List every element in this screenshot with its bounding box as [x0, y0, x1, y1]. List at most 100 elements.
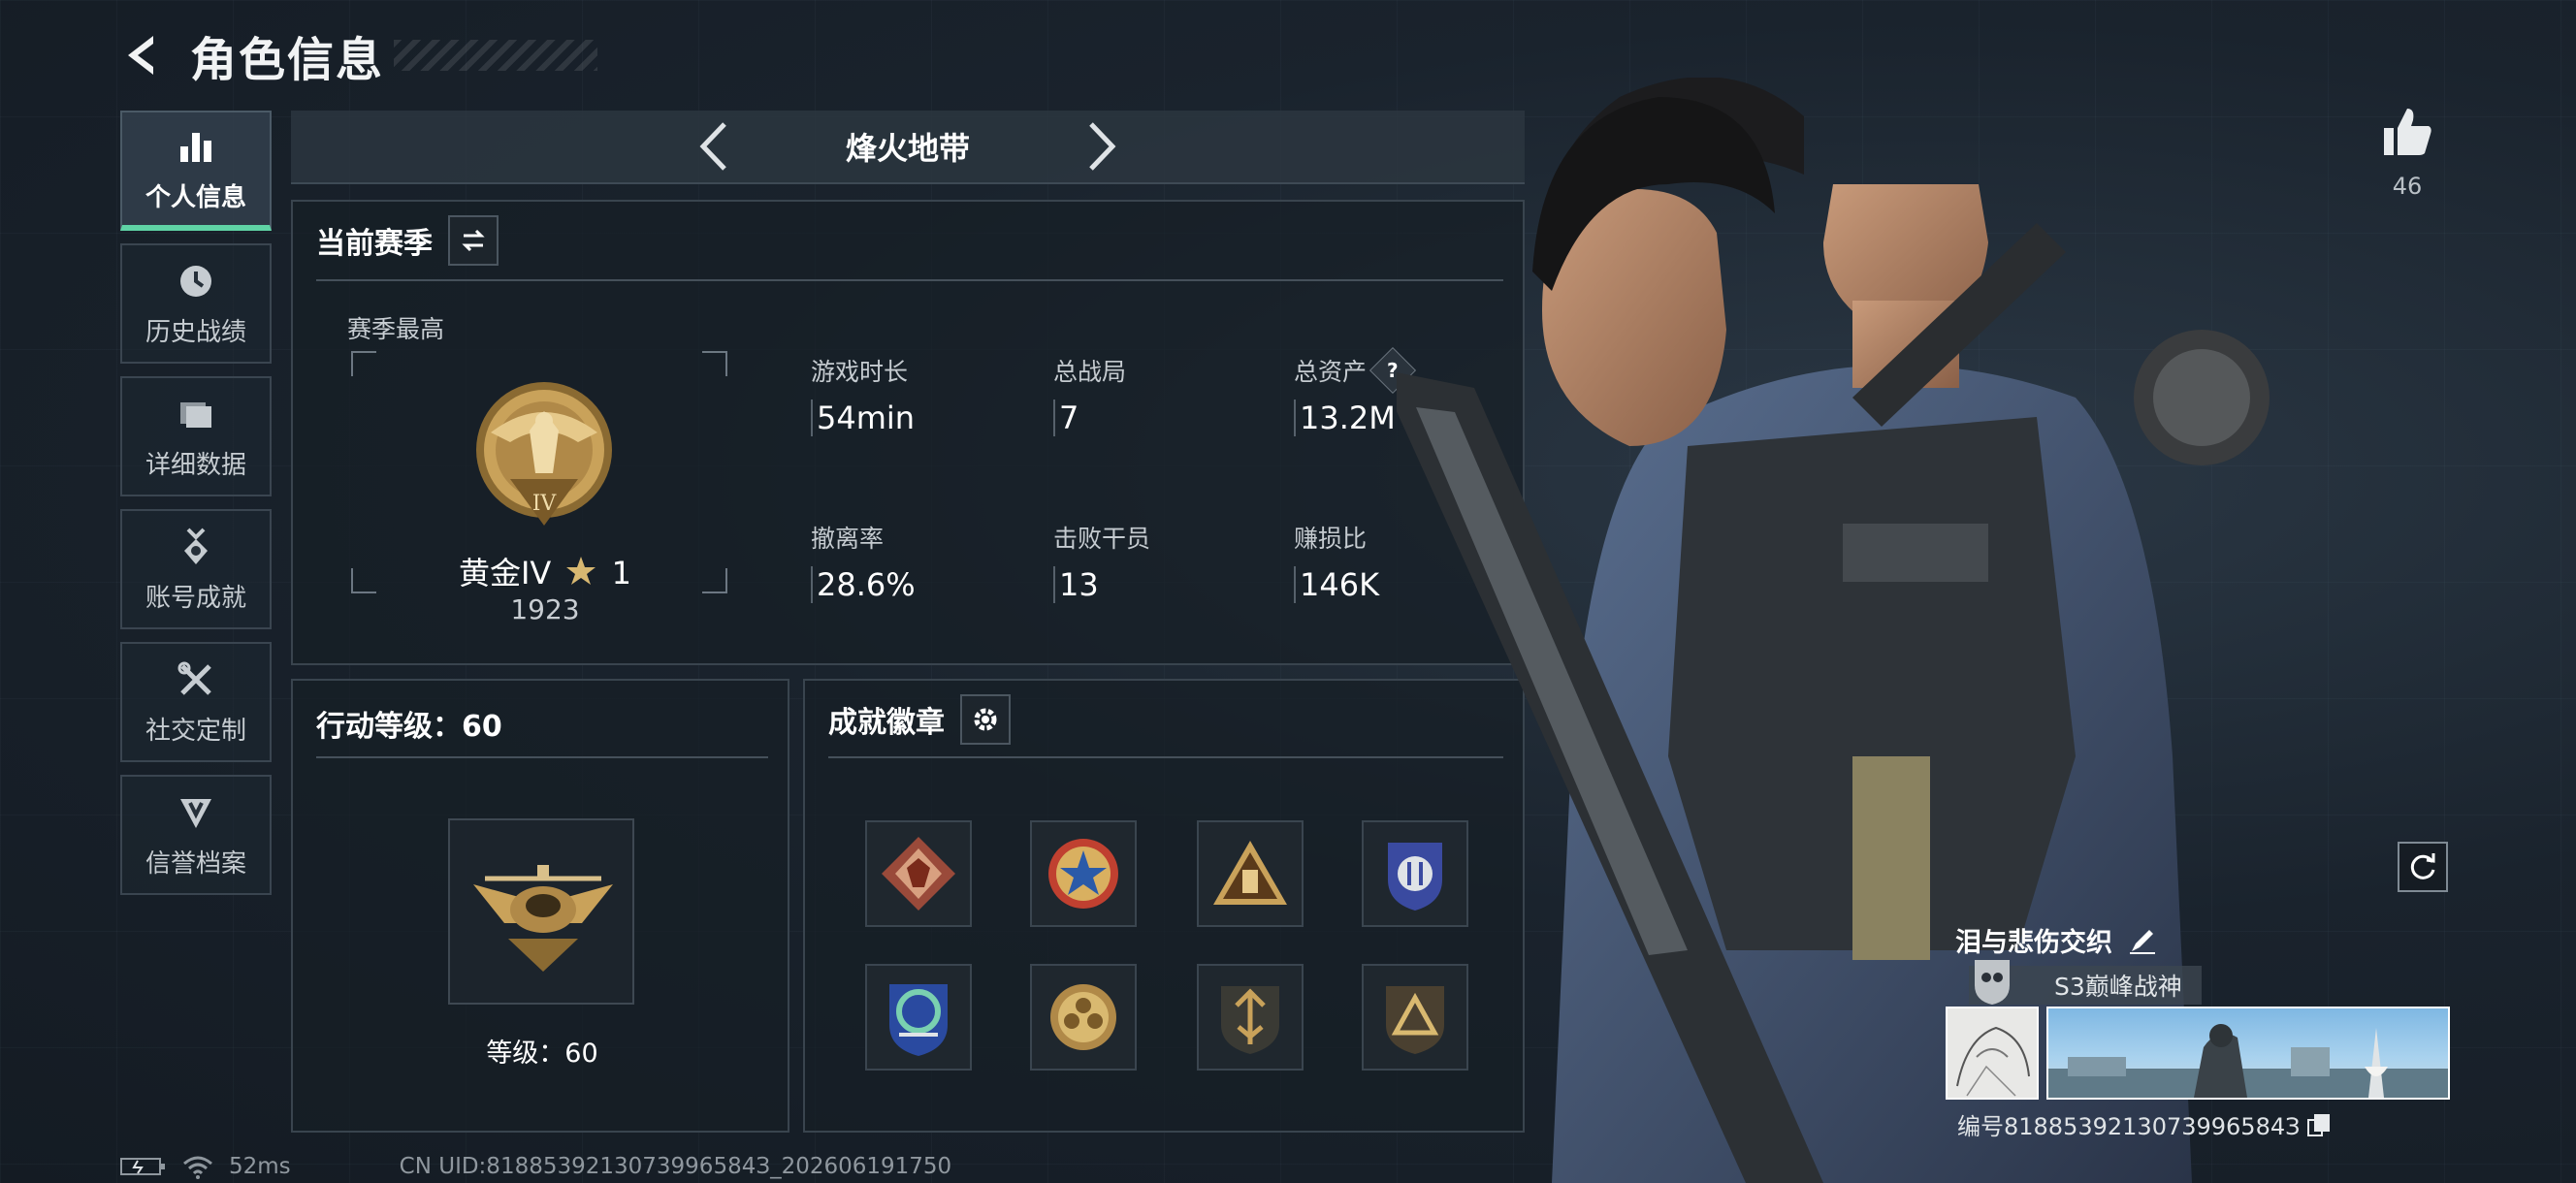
stat-value: 7: [1053, 400, 1276, 436]
title-decoration: [394, 40, 598, 71]
divider: [316, 756, 768, 758]
star-emblem-badge-icon: [1048, 839, 1118, 909]
sidebar-item-label: 信誉档案: [145, 848, 246, 879]
sidebar-item-label: 社交定制: [145, 716, 246, 746]
refresh-icon: [2410, 853, 2435, 879]
like-count: 46: [2392, 173, 2423, 200]
thumbs-up-icon: [2384, 109, 2431, 155]
badge-slot[interactable]: [1197, 820, 1304, 927]
rank-name-row: 黄金IV 1: [293, 549, 797, 593]
stat-label: 总资产: [1294, 358, 1368, 386]
rank-score: 1923: [510, 593, 580, 625]
sidebar-item-personal-info[interactable]: 个人信息: [120, 111, 272, 231]
action-level-title: 行动等级：60: [316, 710, 502, 744]
badge-slot[interactable]: [865, 820, 972, 927]
stat-value: 54min: [811, 400, 1034, 436]
rank-stars: 1: [611, 555, 632, 592]
flower-coin-badge-icon: [1050, 984, 1116, 1050]
back-arrow-icon: [128, 36, 153, 75]
stat-play-time: 游戏时长 54min: [811, 353, 1034, 436]
sidebar-item-label: 详细数据: [145, 450, 246, 480]
season-title: 当前赛季: [316, 227, 433, 261]
stat-value: 28.6%: [811, 566, 1034, 603]
helicopter-emblem-icon: [473, 865, 613, 972]
edit-name-icon[interactable]: [2128, 926, 2157, 955]
gear-icon: [974, 708, 997, 731]
action-level-panel: 行动等级：60 等级：60: [291, 679, 789, 1133]
dragon-badge-icon: [882, 837, 955, 911]
ping-text: 52ms: [229, 1154, 291, 1179]
sidebar-item-history[interactable]: 历史战绩: [120, 243, 272, 364]
battery-icon: [120, 1158, 165, 1175]
clock-icon: [175, 260, 217, 303]
page-title: 角色信息: [190, 33, 385, 87]
folder-icon: [175, 393, 217, 435]
serial-row: 编号8188539213073996584З: [1957, 1107, 2332, 1141]
rank-name: 黄金IV: [458, 555, 552, 592]
stat-label: 击败干员: [1053, 525, 1151, 553]
bar-chart-icon: [175, 125, 217, 168]
badge-settings-button[interactable]: [960, 694, 1011, 745]
banner-scene-icon: [2048, 1024, 2448, 1098]
sidebar-item-achievements[interactable]: 账号成就: [120, 509, 272, 629]
stat-label: 撤离率: [811, 525, 885, 553]
badge-slot[interactable]: [1030, 964, 1137, 1071]
sidebar-item-label: 历史战绩: [145, 317, 246, 347]
rank-numeral: IV: [532, 492, 558, 516]
mode-selector: 烽火地带: [291, 111, 1525, 184]
star-icon: [566, 557, 596, 585]
stat-total-matches: 总战局 7: [1053, 353, 1276, 436]
arrow-shield-badge-icon: [1221, 986, 1279, 1054]
triangle-bag-badge-icon: [1213, 841, 1287, 905]
level-emblem-frame: [448, 818, 634, 1005]
player-name: 泪与悲伤交织: [1955, 928, 2112, 958]
back-button[interactable]: [116, 28, 171, 82]
next-mode-button[interactable]: [1073, 117, 1131, 176]
medal-icon: [175, 526, 217, 568]
recycle-shield-badge-icon: [889, 984, 948, 1056]
serial-number: 编号8188539213073996584З: [1957, 1113, 2301, 1140]
prev-mode-button[interactable]: [685, 117, 743, 176]
badge-slot[interactable]: [865, 964, 972, 1071]
uid-text: CN UID:8188539213073996584З_202606191750: [399, 1154, 952, 1179]
player-banner[interactable]: [2046, 1007, 2450, 1100]
player-title-tag[interactable]: S3巅峰战神: [1969, 960, 2202, 1005]
stat-value: 13: [1053, 566, 1276, 603]
sidebar-item-details[interactable]: 详细数据: [120, 376, 272, 496]
sketch-portrait-icon: [1956, 1026, 2030, 1097]
player-name-row: 泪与悲伤交织: [1955, 921, 2157, 959]
wifi-icon: [183, 1156, 212, 1179]
chevron-right-icon: [1089, 122, 1116, 171]
page-header: 角色信息: [116, 21, 598, 89]
divider: [316, 279, 1503, 281]
gold-rank-emblem-icon: IV: [476, 382, 612, 526]
stat-label: 总战局: [1053, 358, 1127, 386]
season-best-label: 赛季最高: [347, 315, 445, 343]
avatar-sketch[interactable]: [1946, 1007, 2039, 1100]
sidebar: 个人信息 历史战绩 详细数据 账号成就 社交定制 信誉档案: [120, 111, 272, 908]
copy-icon[interactable]: [2306, 1112, 2332, 1137]
season-panel: 当前赛季 赛季最高 IV 黄金IV 1 1923 游戏时长 54min 总战局 …: [291, 200, 1525, 665]
sidebar-item-credit[interactable]: 信誉档案: [120, 775, 272, 895]
status-footer: 52ms CN UID:8188539213073996584З_2026061…: [120, 1154, 951, 1179]
badge-slot[interactable]: [1197, 964, 1304, 1071]
stat-operators-defeated: 击败干员 13: [1053, 520, 1276, 603]
badge-slot[interactable]: [1030, 820, 1137, 927]
sidebar-item-label: 账号成就: [145, 583, 246, 613]
chevron-left-icon: [699, 122, 726, 171]
player-title-text: S3巅峰战神: [2054, 973, 2182, 1001]
stat-extract-rate: 撤离率 28.6%: [811, 520, 1034, 603]
achievements-title: 成就徽章: [828, 706, 945, 740]
switch-season-button[interactable]: [448, 215, 499, 266]
swap-icon: [462, 229, 485, 252]
sidebar-item-label: 个人信息: [145, 182, 246, 212]
skull-emblem-icon: [1975, 960, 2010, 1005]
wrench-icon: [175, 658, 217, 701]
level-text: 等级：60: [486, 1039, 598, 1069]
mode-title: 烽火地带: [845, 130, 970, 167]
like-button[interactable]: 46: [2378, 105, 2436, 200]
refresh-button[interactable]: [2398, 842, 2448, 892]
shield-icon: [175, 791, 217, 834]
sidebar-item-social[interactable]: 社交定制: [120, 642, 272, 762]
stat-label: 游戏时长: [811, 358, 909, 386]
